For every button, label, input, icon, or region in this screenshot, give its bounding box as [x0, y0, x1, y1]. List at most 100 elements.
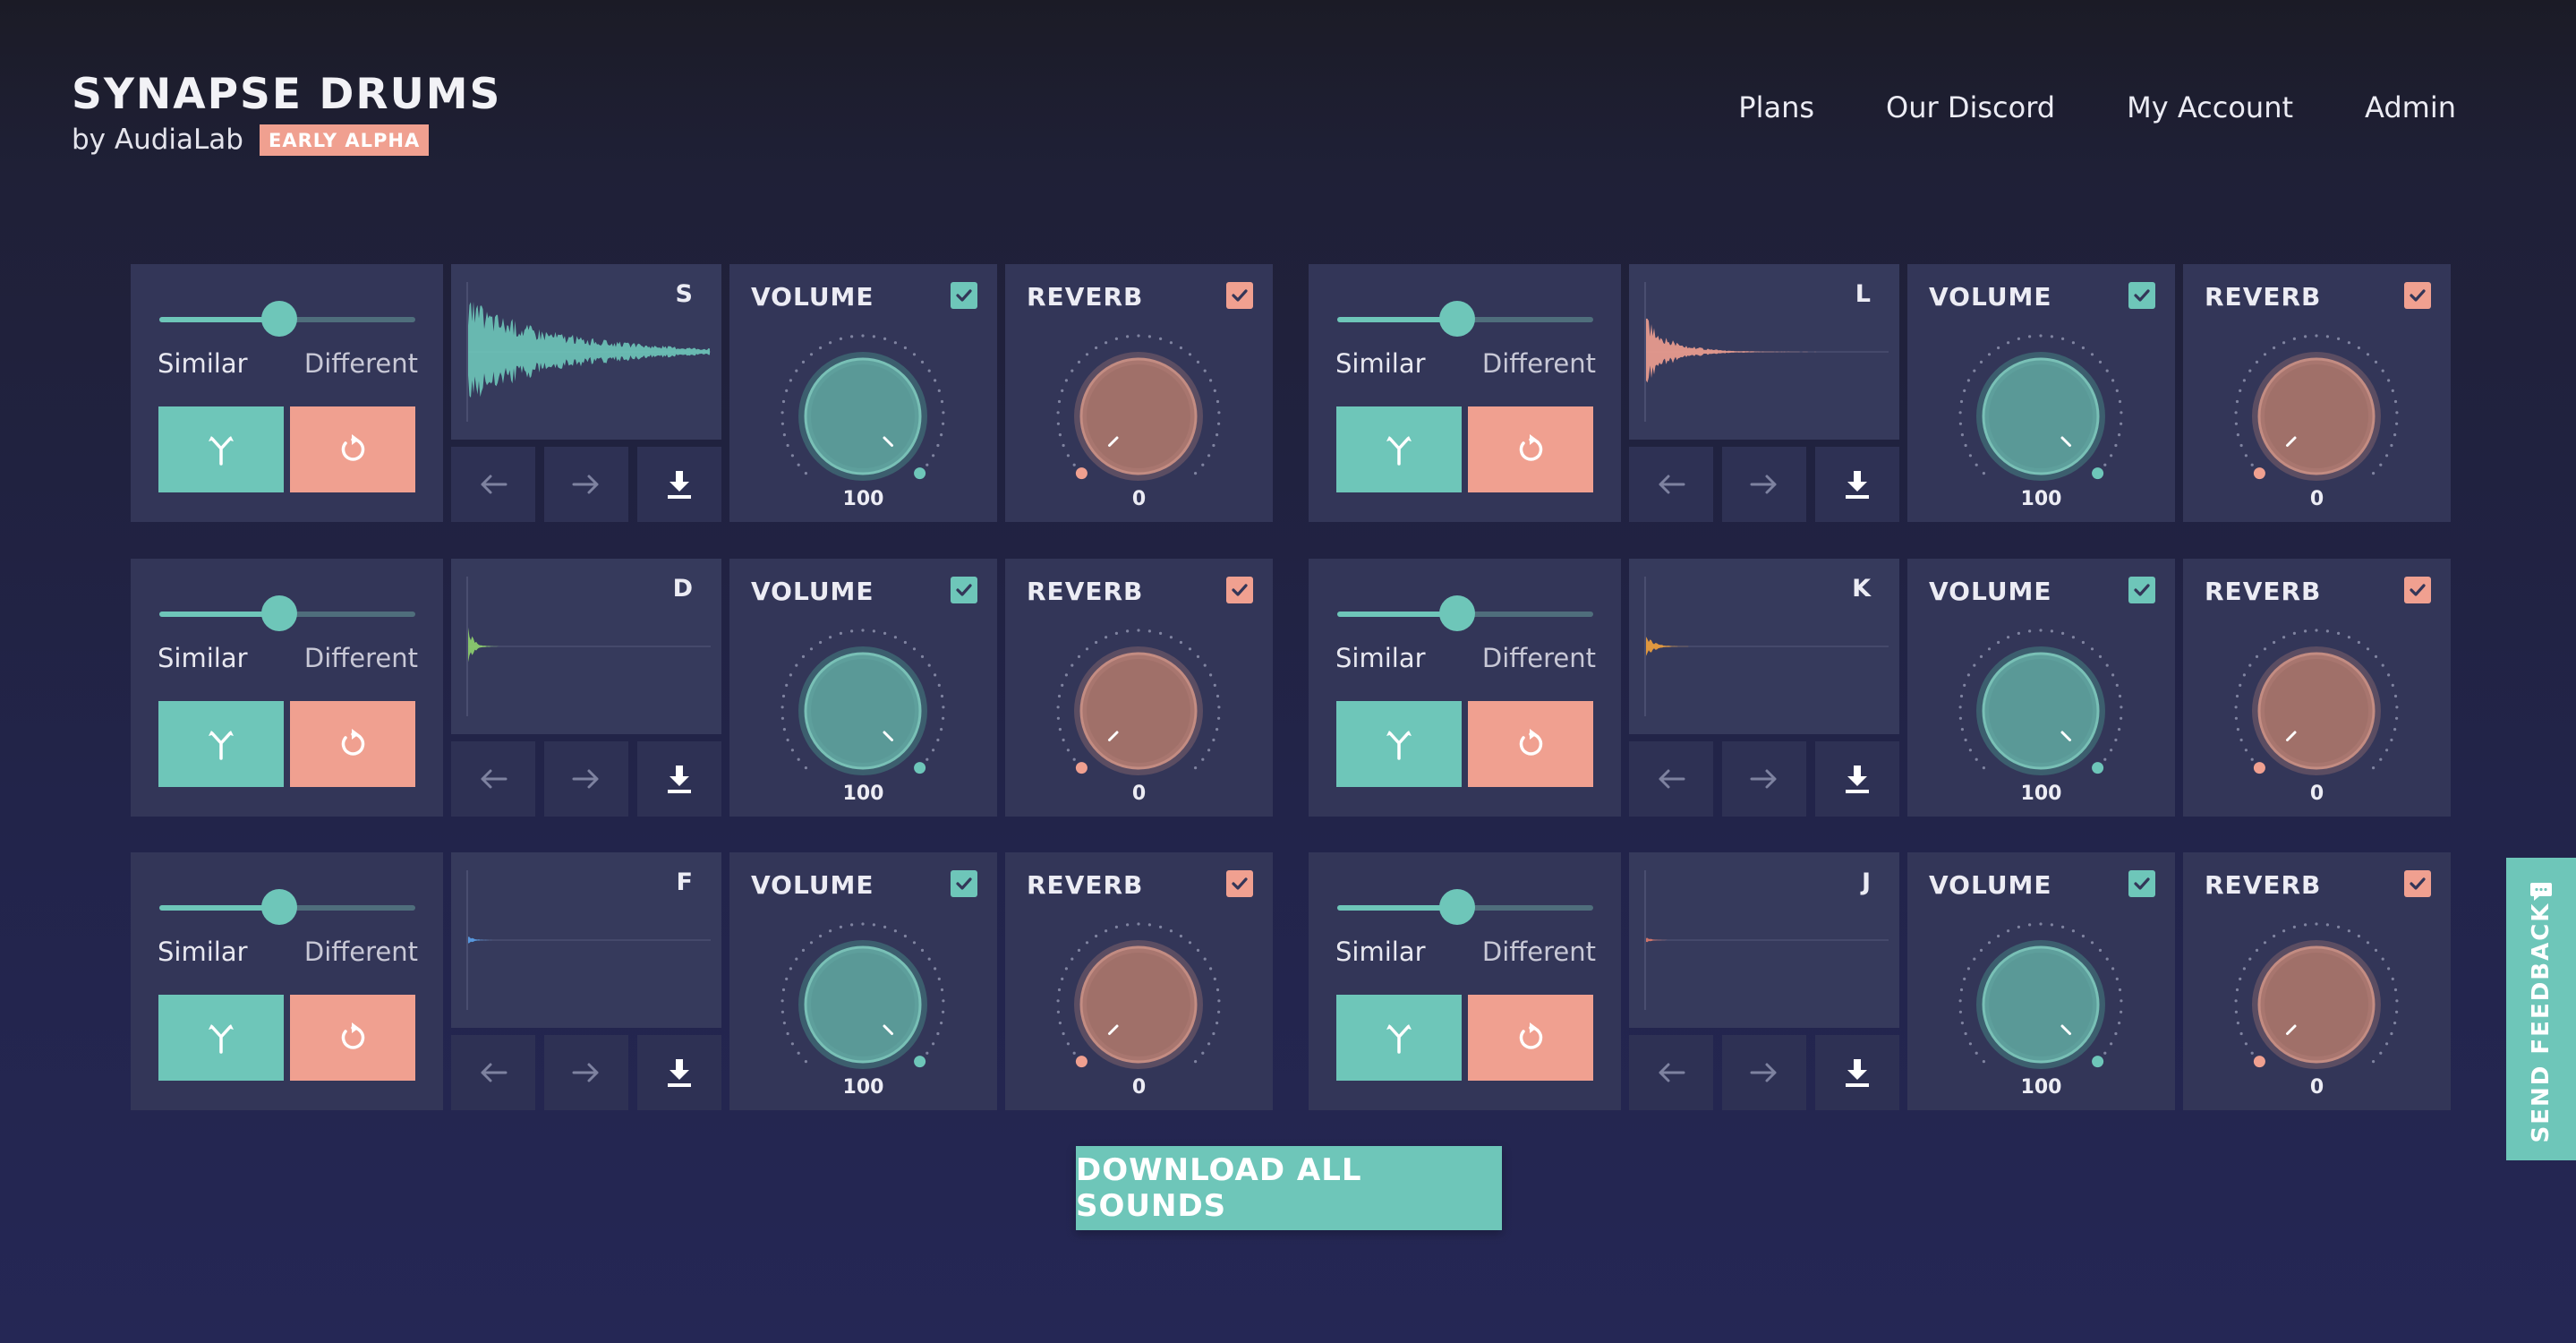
reset-sound-button[interactable] — [1468, 701, 1593, 787]
similarity-slider[interactable] — [1337, 301, 1593, 337]
waveform-controls — [1629, 447, 1899, 522]
reset-sound-button[interactable] — [290, 701, 415, 787]
download-sound-button[interactable] — [1815, 1035, 1899, 1110]
similarity-slider[interactable] — [1337, 595, 1593, 631]
previous-sound-button[interactable] — [451, 741, 535, 817]
arrow-right-icon — [1750, 769, 1777, 789]
download-icon — [1846, 471, 1869, 499]
previous-sound-button[interactable] — [451, 447, 535, 522]
reset-sound-button[interactable] — [1468, 995, 1593, 1081]
volume-value: 100 — [2020, 1076, 2062, 1099]
reverb-value-dot — [1075, 1056, 1088, 1068]
volume-knob — [1958, 629, 2123, 775]
arrow-right-icon — [572, 1063, 599, 1082]
next-sound-button[interactable] — [1722, 741, 1806, 817]
volume-knob — [1958, 334, 2123, 481]
reset-sound-button[interactable] — [290, 406, 415, 492]
nav-my-account[interactable]: My Account — [2127, 88, 2293, 127]
similarity-slider[interactable] — [159, 889, 415, 925]
next-sound-button[interactable] — [1722, 447, 1806, 522]
send-feedback-tab[interactable]: SEND FEEDBACK — [2506, 858, 2576, 1160]
volume-panel: VOLUME 100 — [1907, 852, 2175, 1110]
fork-icon — [209, 731, 234, 760]
sound-slot: Similar Different K VOLUME 100 REVERB 0 — [1309, 559, 2451, 817]
generate-variation-button[interactable] — [158, 406, 284, 492]
download-all-label: DOWNLOAD ALL SOUNDS — [1076, 1152, 1362, 1224]
similar-label: Similar — [158, 348, 248, 379]
next-sound-button[interactable] — [544, 447, 628, 522]
download-icon — [668, 471, 691, 499]
previous-sound-button[interactable] — [1629, 741, 1713, 817]
previous-sound-button[interactable] — [1629, 447, 1713, 522]
download-sound-button[interactable] — [637, 447, 721, 522]
volume-value-dot — [914, 762, 926, 774]
download-sound-button[interactable] — [1815, 741, 1899, 817]
reset-icon — [341, 729, 365, 756]
waveform-controls — [1629, 1035, 1899, 1110]
sound-slot: Similar Different L VOLUME 100 REVERB 0 — [1309, 264, 2451, 522]
nav-admin[interactable]: Admin — [2365, 88, 2456, 127]
volume-knob — [780, 334, 945, 481]
volume-value-dot — [914, 1056, 926, 1068]
previous-sound-button[interactable] — [1629, 1035, 1713, 1110]
similarity-slider[interactable] — [159, 301, 415, 337]
fork-icon — [209, 1024, 234, 1054]
arrow-right-icon — [1750, 1063, 1777, 1082]
reverb-panel: REVERB 0 — [1005, 559, 1273, 817]
reverb-value-dot — [2253, 1056, 2265, 1068]
volume-panel: VOLUME 100 — [729, 559, 997, 817]
similarity-slider-thumb[interactable] — [1439, 301, 1476, 337]
reverb-knob — [1056, 922, 1221, 1069]
volume-knob — [780, 629, 945, 775]
reverb-value: 0 — [1131, 783, 1147, 805]
volume-value: 100 — [842, 488, 884, 510]
generate-variation-button[interactable] — [1336, 995, 1462, 1081]
nav-plans[interactable]: Plans — [1738, 88, 1814, 127]
reverb-value: 0 — [2309, 488, 2324, 510]
similarity-slider[interactable] — [1337, 889, 1593, 925]
next-sound-button[interactable] — [1722, 1035, 1806, 1110]
download-sound-button[interactable] — [637, 1035, 721, 1110]
different-label: Different — [303, 937, 418, 967]
generate-variation-button[interactable] — [1336, 701, 1462, 787]
send-feedback-label: SEND FEEDBACK — [2528, 902, 2555, 1143]
generate-variation-button[interactable] — [1336, 406, 1462, 492]
chat-icon — [2530, 883, 2552, 901]
arrow-right-icon — [572, 769, 599, 789]
brand-byline: by AudiaLab — [72, 124, 243, 156]
similarity-slider-thumb[interactable] — [1439, 889, 1476, 925]
arrow-left-icon — [1659, 1063, 1685, 1082]
similarity-slider-thumb[interactable] — [261, 595, 298, 631]
brand: SYNAPSE DRUMS by AudiaLab EARLY ALPHA — [72, 70, 501, 158]
similarity-slider-thumb[interactable] — [261, 301, 298, 337]
download-sound-button[interactable] — [637, 741, 721, 817]
next-sound-button[interactable] — [544, 1035, 628, 1110]
different-label: Different — [1481, 348, 1596, 379]
similarity-panel: Similar Different — [131, 852, 443, 1110]
next-sound-button[interactable] — [544, 741, 628, 817]
volume-value-dot — [914, 467, 926, 480]
previous-sound-button[interactable] — [451, 1035, 535, 1110]
reset-sound-button[interactable] — [1468, 406, 1593, 492]
similarity-slider-thumb[interactable] — [1439, 595, 1476, 631]
waveform-display: S — [451, 264, 721, 440]
different-label: Different — [303, 643, 418, 673]
reverb-knob — [1056, 629, 1221, 775]
similar-label: Similar — [1335, 348, 1426, 379]
similarity-slider[interactable] — [159, 595, 415, 631]
nav-discord[interactable]: Our Discord — [1886, 88, 2055, 127]
download-sound-button[interactable] — [1815, 447, 1899, 522]
reverb-panel: REVERB 0 — [2183, 852, 2451, 1110]
generate-variation-button[interactable] — [158, 995, 284, 1081]
reverb-value: 0 — [1131, 1076, 1147, 1099]
similarity-slider-thumb[interactable] — [261, 889, 298, 925]
reset-sound-button[interactable] — [290, 995, 415, 1081]
generate-variation-button[interactable] — [158, 701, 284, 787]
waveform — [1644, 870, 1889, 1010]
volume-panel: VOLUME 100 — [729, 264, 997, 522]
waveform-controls — [451, 447, 721, 522]
reverb-value-dot — [2253, 762, 2265, 774]
reset-icon — [1519, 1022, 1543, 1049]
download-all-button[interactable]: DOWNLOAD ALL SOUNDS — [1076, 1146, 1502, 1230]
volume-knob — [1958, 922, 2123, 1069]
